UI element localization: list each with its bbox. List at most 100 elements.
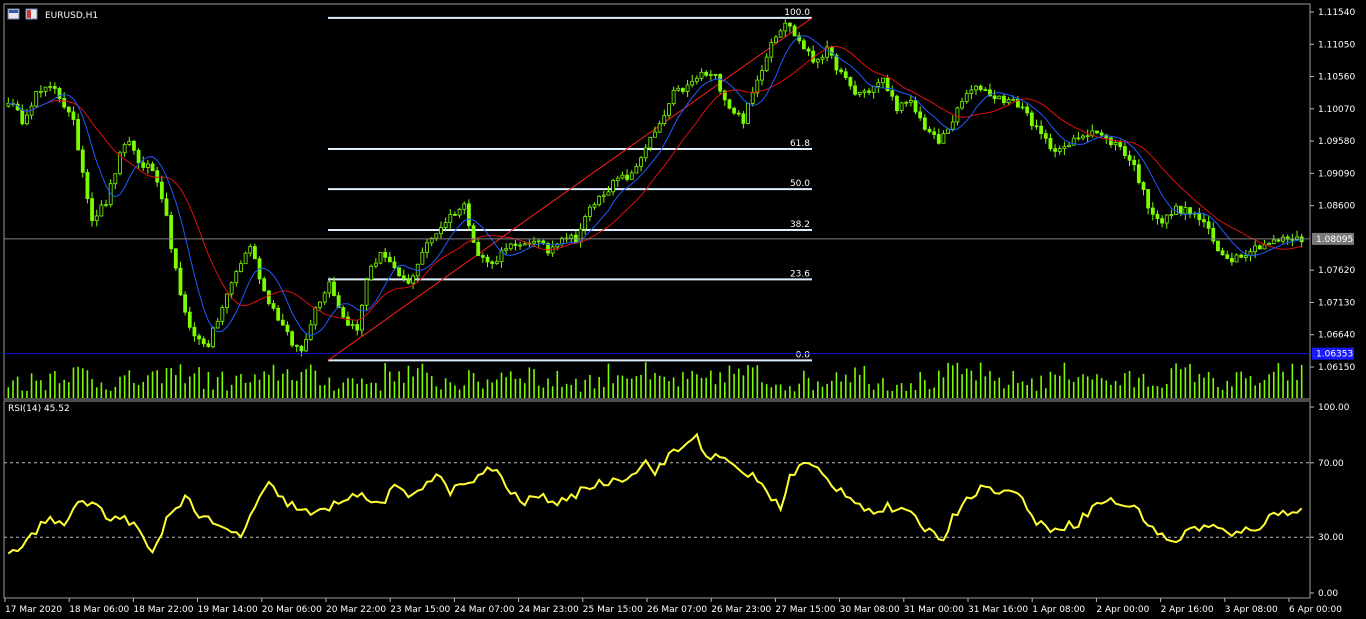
candle-body [1006, 99, 1011, 104]
price-axis-label: 1.10070 [1318, 105, 1355, 115]
candle-body [490, 261, 495, 264]
rsi-axis-label: 70.00 [1318, 459, 1344, 469]
candle-body [266, 290, 271, 304]
candle-body [1020, 106, 1025, 109]
candle-body [308, 324, 313, 340]
time-axis-label: 30 Mar 08:00 [840, 605, 900, 615]
time-axis-label: 18 Mar 22:00 [133, 605, 193, 615]
candle-body [1202, 219, 1206, 223]
candle-body [681, 87, 685, 92]
trading-chart[interactable]: 100.0 61.8 50.0 38.2 23.6 0.0 1.11540 1.11050 1… [0, 0, 1366, 619]
candle-body [201, 338, 206, 345]
candle-body [1225, 254, 1230, 259]
candle-body [583, 216, 588, 230]
candle-body [508, 243, 513, 250]
candle-body [48, 86, 53, 88]
price-axis-label: 1.08600 [1318, 202, 1355, 212]
candle-body [932, 131, 937, 135]
rsi-axis-label: 100.00 [1318, 403, 1350, 413]
candle-body [611, 180, 616, 193]
candle-body [113, 173, 118, 185]
candle-body [262, 278, 267, 292]
candle-body [480, 255, 485, 258]
candle-body [397, 267, 402, 277]
current-price-label: 1.08095 [1316, 235, 1353, 245]
candle-body [457, 208, 462, 216]
candle-body [806, 48, 811, 52]
candle-body [243, 252, 248, 265]
candle-body [467, 203, 471, 227]
candle-body [406, 278, 411, 284]
fib-level-label: 100.0 [784, 8, 810, 18]
chart-window-icon[interactable] [7, 8, 20, 20]
candle-body [792, 25, 797, 37]
candle-body [662, 115, 667, 124]
fib-level-label: 61.8 [790, 139, 810, 149]
candle-body [178, 267, 183, 296]
candle-body [964, 93, 969, 102]
candle-body [350, 324, 355, 326]
candle-body [383, 252, 388, 258]
candle-body [197, 335, 201, 340]
candle-body [615, 177, 620, 181]
candle-body [25, 114, 29, 125]
candle-body [443, 222, 448, 228]
candle-body [1197, 212, 1202, 221]
candle-body [1057, 148, 1062, 152]
candle-body [322, 292, 327, 303]
candle-body [155, 170, 160, 183]
candle-body [895, 95, 899, 111]
candle-body [629, 172, 634, 180]
candle-body [234, 271, 239, 284]
candle-body [420, 251, 425, 265]
time-axis-label: 1 Apr 08:00 [1032, 605, 1085, 615]
candle-body [899, 102, 904, 111]
candle-body [1267, 243, 1272, 246]
candle-body [1257, 245, 1262, 250]
candle-body [960, 101, 964, 109]
time-axis-label: 25 Mar 15:00 [583, 605, 643, 615]
candle-body [1206, 221, 1211, 229]
candle-body [280, 319, 285, 326]
chart-window-icon[interactable] [25, 8, 38, 20]
candle-body [1276, 239, 1281, 242]
candle-body [741, 113, 746, 124]
candle-body [671, 89, 676, 105]
fib-level-label: 38.2 [790, 220, 810, 230]
candle-body [1164, 214, 1169, 224]
candle-body [38, 90, 43, 93]
candle-body [71, 111, 76, 120]
candle-body [946, 128, 950, 134]
time-axis-label: 26 Mar 07:00 [647, 605, 707, 615]
candle-body [755, 79, 760, 94]
candle-body [620, 174, 625, 179]
candle-body [936, 134, 941, 144]
candle-body [392, 261, 397, 269]
candle-body [918, 111, 923, 119]
candle-body [625, 174, 629, 180]
candle-body [839, 69, 843, 73]
candle-body [1039, 125, 1044, 135]
candle-body [1062, 146, 1067, 149]
time-axis-label: 17 Mar 2020 [5, 605, 62, 615]
candle-body [164, 198, 169, 216]
candle-body [1150, 207, 1155, 215]
fib-level-label: 50.0 [790, 179, 810, 189]
candle-body [848, 77, 853, 87]
candle-body [876, 82, 881, 87]
candle-body [62, 98, 67, 108]
candle-body [304, 339, 308, 352]
candle-body [20, 109, 25, 125]
candle-body [476, 241, 481, 256]
candle-body [750, 92, 755, 104]
candle-body [950, 121, 955, 130]
candle-body [94, 215, 99, 222]
candle-body [1188, 207, 1192, 215]
candle-body [318, 301, 322, 308]
candle-body [978, 85, 983, 90]
candle-body [522, 243, 527, 246]
candle-body [1271, 239, 1276, 244]
time-axis-label: 31 Mar 00:00 [904, 605, 964, 615]
fib-level-label: 23.6 [790, 269, 810, 279]
candle-body [411, 275, 415, 284]
